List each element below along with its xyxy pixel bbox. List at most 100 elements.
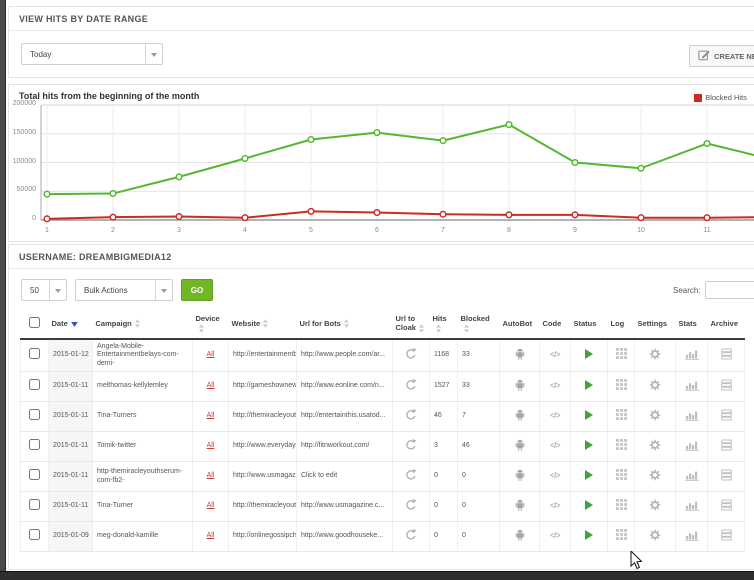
device-all-link[interactable]: All: [207, 502, 215, 509]
cell-website[interactable]: http://themiracleyouthser...: [229, 492, 297, 522]
cell-status[interactable]: [571, 522, 608, 552]
cell-campaign[interactable]: Angela-Mobile-Entertainmentbelays-com-de…: [93, 339, 193, 372]
device-all-link[interactable]: All: [207, 472, 215, 479]
row-checkbox[interactable]: [29, 469, 40, 480]
cell-log[interactable]: [608, 492, 635, 522]
cell-url_bots[interactable]: Click to edit: [297, 462, 393, 492]
cell-code[interactable]: </>: [540, 339, 571, 372]
column-header-blocked[interactable]: Blocked: [458, 309, 500, 339]
column-header-url_bots[interactable]: Url for Bots: [297, 309, 393, 339]
cell-archive[interactable]: [708, 372, 745, 402]
column-header-campaign[interactable]: Campaign: [93, 309, 193, 339]
cell-status[interactable]: [571, 432, 608, 462]
cell-website[interactable]: http://onlinegossipchann...: [229, 522, 297, 552]
cell-url_bots[interactable]: http://www.goodhouseke...: [297, 522, 393, 552]
select-all-checkbox[interactable]: [29, 317, 40, 328]
row-checkbox[interactable]: [29, 529, 40, 540]
cell-stats[interactable]: [676, 522, 708, 552]
cell-url_bots[interactable]: http://www.usmagazine.c...: [297, 492, 393, 522]
cell-settings[interactable]: [635, 402, 676, 432]
cell-archive[interactable]: [708, 522, 745, 552]
cell-status[interactable]: [571, 402, 608, 432]
row-checkbox[interactable]: [29, 499, 40, 510]
row-checkbox[interactable]: [29, 409, 40, 420]
cell-code[interactable]: </>: [540, 522, 571, 552]
cell-autobot[interactable]: [500, 462, 540, 492]
cell-status[interactable]: [571, 339, 608, 372]
cell-url_cloak[interactable]: [393, 522, 430, 552]
search-input[interactable]: [705, 281, 754, 299]
cell-stats[interactable]: [676, 432, 708, 462]
device-all-link[interactable]: All: [207, 532, 215, 539]
cell-url_bots[interactable]: http://www.eonline.com/n...: [297, 372, 393, 402]
cell-autobot[interactable]: [500, 492, 540, 522]
cell-code[interactable]: </>: [540, 402, 571, 432]
cell-url_cloak[interactable]: [393, 372, 430, 402]
cell-url_cloak[interactable]: [393, 432, 430, 462]
cell-status[interactable]: [571, 492, 608, 522]
cell-campaign[interactable]: meg-donald-kamille: [93, 522, 193, 552]
cell-website[interactable]: http://www.everydayfitnes...: [229, 432, 297, 462]
cell-archive[interactable]: [708, 402, 745, 432]
page-size-select[interactable]: 50: [21, 279, 67, 301]
cell-stats[interactable]: [676, 492, 708, 522]
cell-campaign[interactable]: Tina-Turner: [93, 492, 193, 522]
cell-archive[interactable]: [708, 462, 745, 492]
cell-settings[interactable]: [635, 432, 676, 462]
cell-settings[interactable]: [635, 372, 676, 402]
cell-log[interactable]: [608, 339, 635, 372]
cell-stats[interactable]: [676, 402, 708, 432]
cell-website[interactable]: http://www.usmagazine.c...: [229, 462, 297, 492]
cell-website[interactable]: http://gameshownews.net: [229, 372, 297, 402]
cell-campaign[interactable]: Tina-Turners: [93, 402, 193, 432]
column-header-url_cloak[interactable]: Url to Cloak: [393, 309, 430, 339]
cell-url_bots[interactable]: http://www.people.com/ar...: [297, 339, 393, 372]
cell-autobot[interactable]: [500, 339, 540, 372]
cell-settings[interactable]: [635, 522, 676, 552]
cell-archive[interactable]: [708, 432, 745, 462]
cell-stats[interactable]: [676, 462, 708, 492]
cell-archive[interactable]: [708, 492, 745, 522]
cell-stats[interactable]: [676, 339, 708, 372]
cell-status[interactable]: [571, 372, 608, 402]
row-checkbox[interactable]: [29, 348, 40, 359]
cell-url_bots[interactable]: http://entertainthis.usatod...: [297, 402, 393, 432]
device-all-link[interactable]: All: [207, 382, 215, 389]
cell-log[interactable]: [608, 432, 635, 462]
cell-stats[interactable]: [676, 372, 708, 402]
date-range-select[interactable]: Today: [21, 43, 163, 65]
cell-log[interactable]: [608, 522, 635, 552]
row-checkbox[interactable]: [29, 439, 40, 450]
cell-log[interactable]: [608, 462, 635, 492]
cell-url_cloak[interactable]: [393, 339, 430, 372]
cell-settings[interactable]: [635, 492, 676, 522]
cell-url_cloak[interactable]: [393, 462, 430, 492]
cell-campaign[interactable]: melthomas-kellylemley: [93, 372, 193, 402]
create-campaign-button[interactable]: CREATE NEW CAMPAIGN: [689, 45, 754, 67]
cell-autobot[interactable]: [500, 432, 540, 462]
cell-status[interactable]: [571, 462, 608, 492]
device-all-link[interactable]: All: [207, 351, 215, 358]
cell-website[interactable]: http://themiracleyouthser...: [229, 402, 297, 432]
column-header-device[interactable]: Device: [193, 309, 229, 339]
cell-campaign[interactable]: Tomik-twitter: [93, 432, 193, 462]
cell-code[interactable]: </>: [540, 372, 571, 402]
cell-code[interactable]: </>: [540, 432, 571, 462]
bulk-actions-select[interactable]: Bulk Actions: [75, 279, 173, 301]
cell-log[interactable]: [608, 402, 635, 432]
device-all-link[interactable]: All: [207, 442, 215, 449]
cell-autobot[interactable]: [500, 372, 540, 402]
cell-log[interactable]: [608, 372, 635, 402]
cell-website[interactable]: http://entertainmentbelays...: [229, 339, 297, 372]
cell-code[interactable]: </>: [540, 462, 571, 492]
cell-url_cloak[interactable]: [393, 492, 430, 522]
row-checkbox[interactable]: [29, 379, 40, 390]
device-all-link[interactable]: All: [207, 412, 215, 419]
cell-archive[interactable]: [708, 339, 745, 372]
cell-autobot[interactable]: [500, 522, 540, 552]
cell-settings[interactable]: [635, 462, 676, 492]
cell-settings[interactable]: [635, 339, 676, 372]
column-header-hits[interactable]: Hits: [430, 309, 458, 339]
cell-autobot[interactable]: [500, 402, 540, 432]
cell-code[interactable]: </>: [540, 492, 571, 522]
